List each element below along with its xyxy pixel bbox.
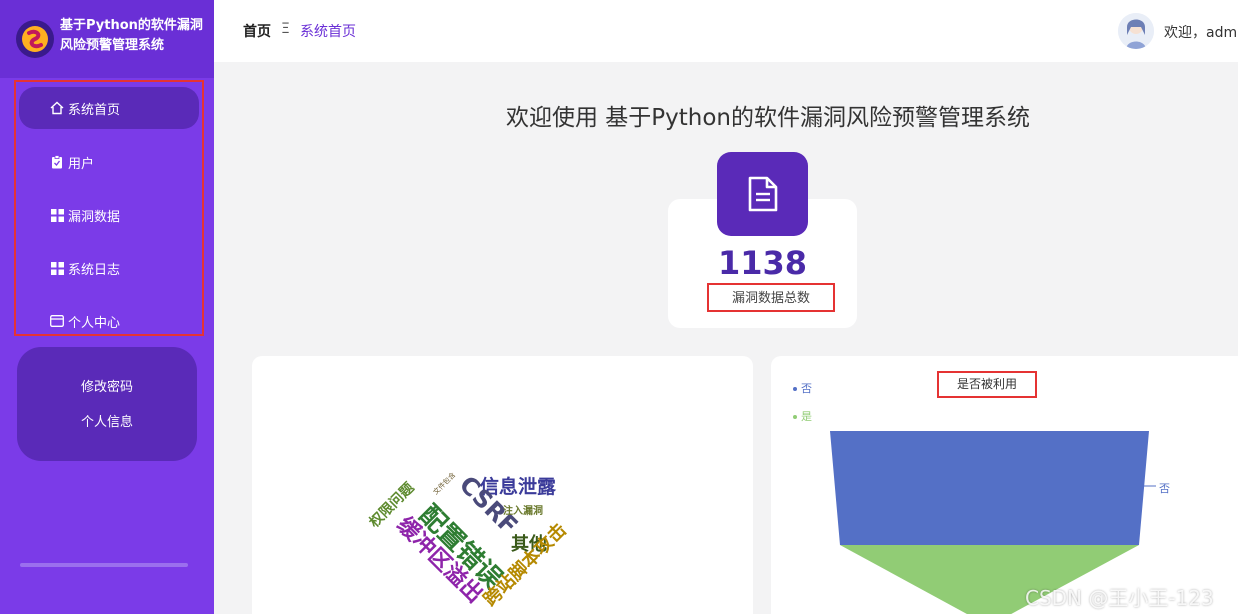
sidebar-item-label: 用户 (68, 156, 95, 172)
submenu-change-password[interactable]: 修改密码 (17, 376, 197, 395)
breadcrumb-current: 系统首页 (300, 24, 356, 40)
sidebar-item-users[interactable]: 用户 (16, 142, 202, 182)
sidebar-item-label: 系统日志 (68, 262, 121, 278)
sidebar-item-profile-center[interactable]: 个人中心 (16, 301, 202, 341)
wordcloud-panel: 信息泄露 配置错误 CSRF 缓冲区溢出 权限问题 其他 跨站脚本攻击 注入漏洞… (252, 356, 753, 614)
clipboard-icon (50, 155, 64, 169)
document-icon (717, 152, 808, 236)
grid-icon (50, 261, 64, 275)
breadcrumb-separator-icon: Ξ (281, 21, 290, 37)
funnel-label-no: 否 (1159, 482, 1170, 495)
breadcrumb-home[interactable]: 首页 (243, 21, 271, 41)
sidebar: 基于Python的软件漏洞风险预警管理系统 系统首页 用户 漏洞数据 系统日志 (0, 0, 214, 614)
watermark-text: CSDN @王小王-123 (1025, 586, 1214, 610)
wordcloud-chart: 信息泄露 配置错误 CSRF 缓冲区溢出 权限问题 其他 跨站脚本攻击 注入漏洞… (365, 470, 571, 610)
submenu-personal-info[interactable]: 个人信息 (17, 411, 197, 430)
sidebar-item-label: 漏洞数据 (68, 209, 121, 225)
page-title: 欢迎使用 基于Python的软件漏洞风险预警管理系统 (505, 105, 1031, 131)
avatar[interactable] (1118, 13, 1154, 49)
wordcloud-word: 文件包含 (431, 470, 457, 496)
card-icon (50, 314, 64, 328)
welcome-text: 欢迎，admin (1164, 25, 1238, 41)
sidebar-item-vuln-data[interactable]: 漏洞数据 (16, 195, 202, 235)
profile-submenu: 修改密码 个人信息 (17, 347, 197, 461)
brand-title: 基于Python的软件漏洞风险预警管理系统 (60, 18, 203, 53)
app-logo-icon (16, 20, 54, 58)
sidebar-menu: 系统首页 用户 漏洞数据 系统日志 个人中心 (14, 80, 204, 336)
brand-header: 基于Python的软件漏洞风险预警管理系统 (0, 0, 214, 78)
sidebar-item-home[interactable]: 系统首页 (19, 87, 199, 129)
sidebar-item-label: 系统首页 (68, 102, 121, 118)
home-icon (50, 101, 64, 115)
vuln-count-label: 漏洞数据总数 (731, 291, 810, 306)
sidebar-item-system-log[interactable]: 系统日志 (16, 248, 202, 288)
top-header: 首页 Ξ 系统首页 欢迎，admin (214, 0, 1238, 62)
vuln-count-value: 1138 (717, 244, 808, 282)
grid-icon (50, 208, 64, 222)
sidebar-scrollbar[interactable] (20, 563, 188, 567)
sidebar-item-label: 个人中心 (68, 315, 121, 331)
funnel-segment-no (830, 431, 1149, 545)
wordcloud-word: 注入漏洞 (503, 504, 543, 517)
